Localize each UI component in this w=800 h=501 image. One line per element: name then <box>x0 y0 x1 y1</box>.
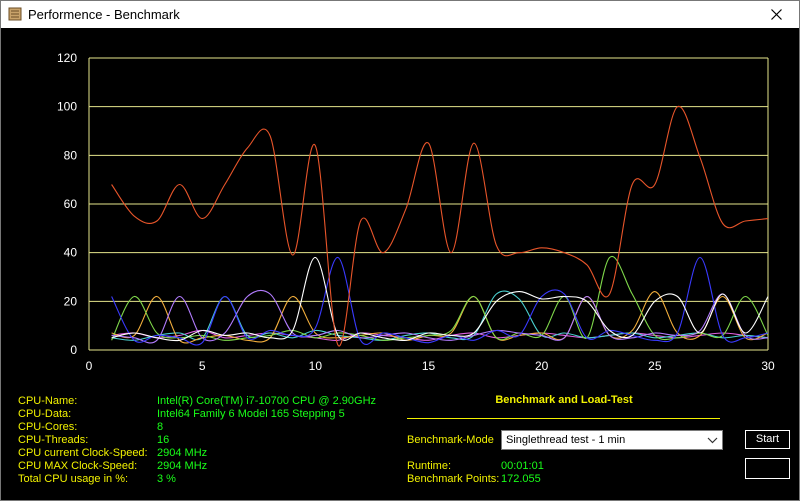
cpu-name-value: Intel(R) Core(TM) i7-10700 CPU @ 2.90GHz <box>157 395 377 407</box>
cpu-usage-value: 3 % <box>157 473 176 485</box>
cpu-current-clock-row: CPU current Clock-Speed: 2904 MHz <box>18 447 376 460</box>
cpu-max-clock-value: 2904 MHz <box>157 460 208 472</box>
cpu-cores-value: 8 <box>157 421 164 433</box>
x-tick-label-0: 0 <box>86 359 93 373</box>
cpu-usage-label: Total CPU usage in %: <box>18 473 129 485</box>
cpu-name-row: CPU-Name: Intel(R) Core(TM) i7-10700 CPU … <box>18 395 376 408</box>
cpu-data-row: CPU-Data: Intel64 Family 6 Model 165 Step… <box>18 408 376 421</box>
benchmark-points-label: Benchmark Points: <box>407 473 500 485</box>
cpu-cores-label: CPU-Cores: <box>18 421 78 433</box>
benchmark-title: Benchmark and Load-Test <box>495 394 633 406</box>
x-tick-label-25: 25 <box>648 359 662 373</box>
cpu-threads-row: CPU-Threads: 16 <box>18 434 376 447</box>
series-line-0 <box>111 106 769 347</box>
cpu-usage-chart: 0 20 40 60 80 100 120 0 5 10 15 20 25 30 <box>1 28 799 378</box>
title-bar[interactable]: Performence - Benchmark <box>1 1 799 28</box>
secondary-button[interactable] <box>745 458 790 479</box>
cpu-max-clock-row: CPU MAX Clock-Speed: 2904 MHz <box>18 460 376 473</box>
x-tick-label-30: 30 <box>761 359 775 373</box>
cpu-max-clock-label: CPU MAX Clock-Speed: <box>18 460 138 472</box>
runtime-label: Runtime: <box>407 460 452 472</box>
chevron-down-icon <box>707 437 718 444</box>
close-button[interactable] <box>753 1 799 28</box>
benchmark-points-value: 172.055 <box>501 473 541 485</box>
benchmark-mode-label: Benchmark-Mode <box>407 434 494 446</box>
benchmark-mode-value: Singlethread test - 1 min <box>506 434 626 446</box>
x-tick-label-5: 5 <box>199 359 206 373</box>
cpu-name-label: CPU-Name: <box>18 395 78 407</box>
cpu-current-clock-value: 2904 MHz <box>157 447 208 459</box>
y-tick-label-120: 120 <box>57 51 77 65</box>
x-tick-label-20: 20 <box>535 359 549 373</box>
cpu-threads-value: 16 <box>157 434 170 446</box>
cpu-usage-row: Total CPU usage in %: 3 % <box>18 473 376 486</box>
y-tick-label-40: 40 <box>64 246 78 260</box>
cpu-data-label: CPU-Data: <box>18 408 72 420</box>
cpu-current-clock-label: CPU current Clock-Speed: <box>18 447 148 459</box>
y-tick-label-80: 80 <box>64 148 78 162</box>
y-tick-label-100: 100 <box>57 100 77 114</box>
y-tick-label-20: 20 <box>64 294 78 308</box>
benchmark-divider <box>407 418 720 419</box>
x-tick-label-15: 15 <box>422 359 436 373</box>
chart-svg: 0 20 40 60 80 100 120 0 5 10 15 20 25 30 <box>57 51 775 373</box>
cpu-info-panel: CPU-Name: Intel(R) Core(TM) i7-10700 CPU … <box>18 395 376 486</box>
benchmark-window: Performence - Benchmark 0 20 40 60 80 100 120 0… <box>0 0 800 501</box>
window-title: Performence - Benchmark <box>28 7 180 22</box>
runtime-value: 00:01:01 <box>501 460 544 472</box>
y-tick-label-60: 60 <box>64 197 78 211</box>
benchmark-mode-select[interactable]: Singlethread test - 1 min <box>501 430 723 450</box>
cpu-cores-row: CPU-Cores: 8 <box>18 421 376 434</box>
y-tick-label-0: 0 <box>70 343 77 357</box>
cpu-data-value: Intel64 Family 6 Model 165 Stepping 5 <box>157 408 345 420</box>
book-icon <box>8 7 22 21</box>
close-icon <box>770 9 782 20</box>
start-button[interactable]: Start <box>745 430 790 449</box>
cpu-threads-label: CPU-Threads: <box>18 434 89 446</box>
x-tick-label-10: 10 <box>309 359 323 373</box>
